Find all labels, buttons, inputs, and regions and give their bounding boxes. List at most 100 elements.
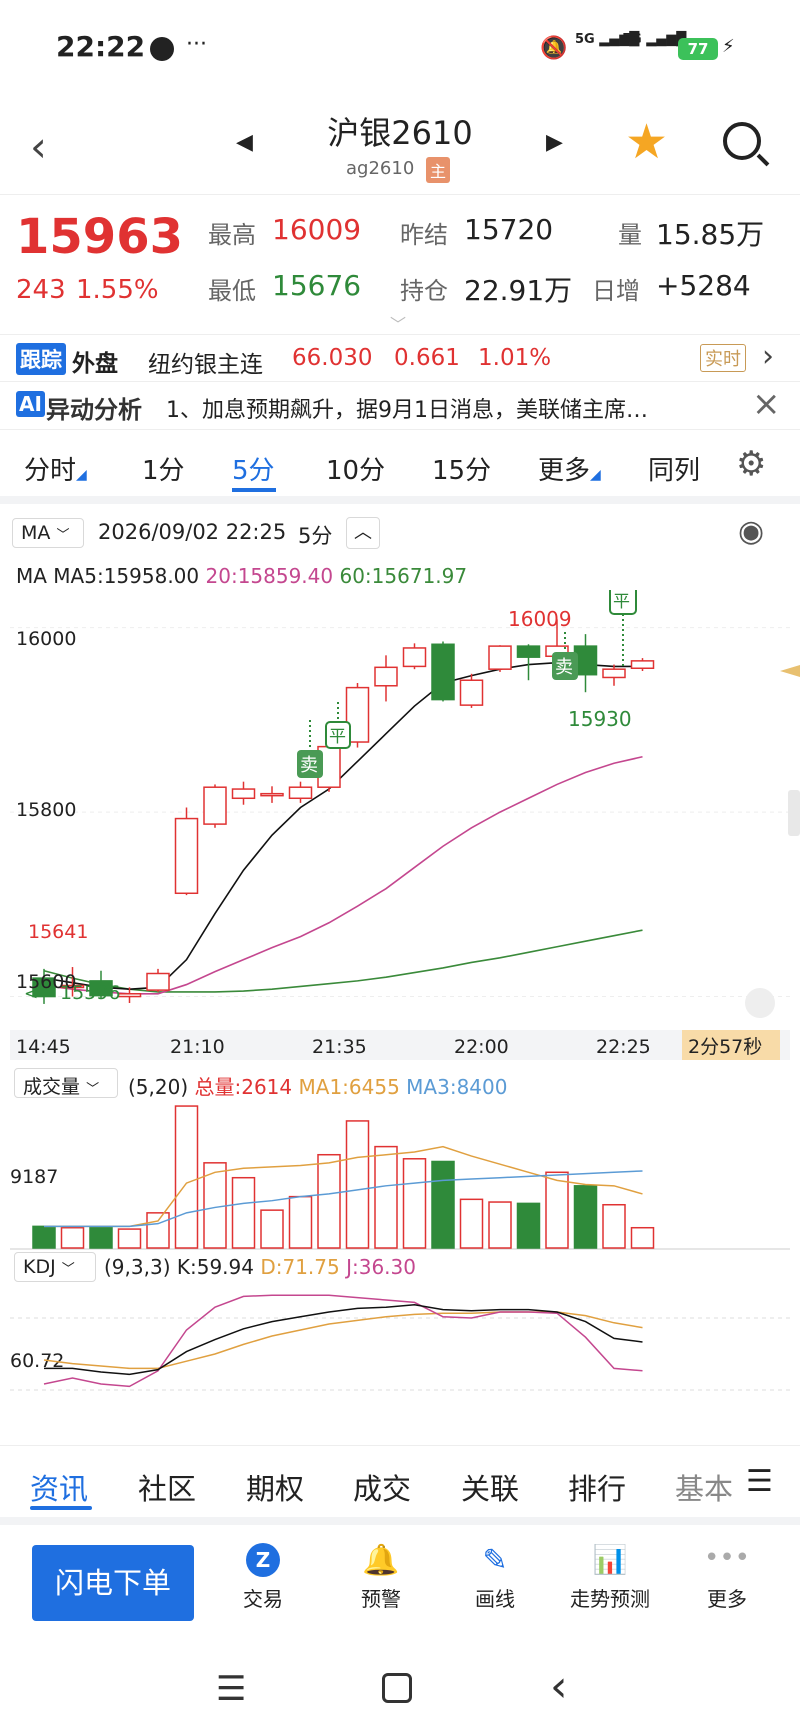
back-icon[interactable]: ‹ bbox=[30, 122, 47, 171]
price-change-pct: 1.55% bbox=[76, 275, 159, 305]
close-icon[interactable]: × bbox=[752, 384, 781, 424]
search-icon[interactable] bbox=[723, 122, 761, 160]
overseas-pct: 1.01% bbox=[478, 345, 552, 371]
tab-timeshare[interactable]: 分时◢ bbox=[24, 450, 87, 487]
tab-trades[interactable]: 成交 bbox=[353, 1466, 411, 1508]
volume-bar bbox=[459, 1198, 484, 1249]
last-price: 15963 bbox=[16, 209, 183, 265]
clock-icon bbox=[150, 37, 174, 61]
candle bbox=[431, 643, 455, 701]
open-interest-label: 持仓 bbox=[400, 277, 448, 305]
prev-contract-icon[interactable]: ◀ bbox=[236, 130, 253, 155]
chart-bar-icon: 📊 bbox=[592, 1543, 628, 1576]
prev-settle-value: 15720 bbox=[464, 213, 554, 246]
tab-more[interactable]: 更多◢ bbox=[538, 450, 601, 487]
battery-icon: 77 bbox=[678, 38, 718, 60]
candle bbox=[630, 660, 655, 669]
expand-chevron-icon[interactable]: ﹀ bbox=[390, 311, 406, 335]
volume-bar bbox=[317, 1153, 341, 1249]
candle bbox=[146, 972, 170, 991]
kdj-chart[interactable]: 60.72 bbox=[0, 1284, 800, 1434]
ma5-value: MA5:15958.00 bbox=[53, 564, 200, 588]
tab-10min[interactable]: 10分 bbox=[326, 450, 385, 487]
volume-bar bbox=[573, 1185, 598, 1249]
volume-bar bbox=[288, 1195, 313, 1249]
back-nav-icon[interactable]: ‹ bbox=[550, 1661, 568, 1712]
open-interest-value: 22.91万 bbox=[464, 274, 573, 307]
left-high-annotation: 15641 bbox=[28, 921, 88, 943]
tab-5min[interactable]: 5分 bbox=[232, 450, 275, 487]
kdj-select[interactable]: KDJ ﹀ bbox=[14, 1252, 96, 1282]
x-axis-label: 22:00 bbox=[454, 1036, 509, 1058]
fullscreen-icon[interactable] bbox=[745, 988, 775, 1018]
candle bbox=[374, 666, 398, 687]
tab-same-column[interactable]: 同列 bbox=[648, 450, 700, 487]
chart-period: 5分 bbox=[298, 524, 333, 548]
side-collapse-handle[interactable] bbox=[788, 790, 800, 836]
kdj-d: D:71.75 bbox=[260, 1255, 340, 1279]
volume-bar bbox=[630, 1226, 655, 1249]
volume-bar bbox=[231, 1176, 256, 1249]
trade-button[interactable]: Z 交易 bbox=[228, 1543, 298, 1612]
candle bbox=[117, 993, 142, 998]
tab-ranking[interactable]: 排行 bbox=[568, 1466, 626, 1508]
kdj-j: J:36.30 bbox=[346, 1255, 416, 1279]
low-label: 最低 bbox=[208, 277, 256, 305]
ma20-value: 20:15859.40 bbox=[205, 564, 334, 588]
kdj-k-line bbox=[44, 1304, 643, 1376]
overseas-track-bar[interactable]: 跟踪 外盘 纽约银主连 66.030 0.661 1.01% 实时 › bbox=[0, 335, 800, 382]
eye-icon[interactable]: ◉ bbox=[738, 514, 764, 549]
volume-bar bbox=[488, 1201, 512, 1249]
tab-options[interactable]: 期权 bbox=[246, 1466, 304, 1508]
ai-analysis-bar[interactable]: AI 异动分析 1、加息预期飙升，据9月1日消息，美联储主席… × bbox=[0, 382, 800, 430]
menu-icon[interactable]: ☰ bbox=[740, 1464, 773, 1499]
trade-label: 交易 bbox=[243, 1587, 283, 1611]
daily-increase-label: 日增 bbox=[592, 277, 640, 305]
settings-gear-icon[interactable]: ⚙ bbox=[736, 444, 766, 484]
y-axis-label: 15800 bbox=[16, 799, 76, 821]
tab-1min[interactable]: 1分 bbox=[142, 450, 185, 487]
price-pointer-icon bbox=[780, 665, 800, 677]
alert-button[interactable]: 🔔 预警 bbox=[346, 1543, 416, 1612]
tab-fundamentals[interactable]: 基本 bbox=[675, 1466, 733, 1508]
y-axis-label: 16000 bbox=[16, 628, 76, 650]
signal-flat-marker-2: 平 bbox=[609, 590, 637, 668]
home-icon[interactable] bbox=[382, 1673, 412, 1703]
collapse-icon[interactable]: ︿ bbox=[346, 517, 380, 549]
volume-bar bbox=[516, 1202, 541, 1249]
tab-15min[interactable]: 15分 bbox=[432, 450, 491, 487]
volume-ma3: MA3:8400 bbox=[406, 1075, 508, 1099]
tab-community[interactable]: 社区 bbox=[138, 1466, 196, 1508]
tab-news[interactable]: 资讯 bbox=[30, 1466, 88, 1508]
trend-forecast-button[interactable]: 📊 走势预测 bbox=[560, 1543, 660, 1612]
more-button[interactable]: ••• 更多 bbox=[692, 1543, 762, 1612]
kdj-k: K:59.94 bbox=[176, 1255, 254, 1279]
tab-related[interactable]: 关联 bbox=[461, 1466, 519, 1508]
system-nav-bar: ☰ ‹ bbox=[0, 1643, 800, 1733]
volume-select[interactable]: 成交量 ﹀ bbox=[14, 1068, 118, 1098]
svg-text:卖: 卖 bbox=[555, 657, 573, 678]
chevron-right-icon: › bbox=[762, 339, 774, 374]
ai-badge: AI bbox=[16, 391, 45, 417]
status-bar: 22:22 ··· 🔕 5G ▂▄▆█ 5G ▂▄▆█ 77 ⚡ bbox=[0, 0, 800, 100]
volume-chart[interactable]: 9187 bbox=[0, 1100, 800, 1250]
volume-bar bbox=[174, 1105, 199, 1249]
recents-icon[interactable]: ☰ bbox=[216, 1669, 246, 1709]
volume-params: (5,20) bbox=[128, 1075, 189, 1099]
contract-code: ag2610 bbox=[346, 158, 415, 179]
indicator-select[interactable]: MA ﹀ bbox=[12, 518, 84, 548]
volume-header: 成交量 ﹀ (5,20) 总量:2614 MA1:6455 MA3:8400 bbox=[10, 1066, 790, 1100]
main-badge: 主 bbox=[426, 157, 451, 183]
flash-order-button[interactable]: 闪电下单 bbox=[32, 1545, 194, 1621]
trend-forecast-label: 走势预测 bbox=[570, 1587, 650, 1611]
volume-bar bbox=[117, 1228, 142, 1249]
draw-button[interactable]: ✎ 画线 bbox=[460, 1543, 530, 1612]
candle bbox=[459, 679, 484, 706]
candlestick-chart[interactable]: 16000 15800 15600 16009 15930 15641 1559… bbox=[0, 590, 800, 1070]
candle bbox=[174, 817, 199, 895]
next-contract-icon[interactable]: ▶ bbox=[546, 130, 563, 155]
favorite-star-icon[interactable]: ★ bbox=[625, 114, 668, 170]
signal-icon-2: 5G ▂▄▆█ bbox=[622, 32, 687, 47]
overseas-label: 外盘 bbox=[72, 351, 118, 377]
svg-text:平: 平 bbox=[329, 727, 346, 747]
